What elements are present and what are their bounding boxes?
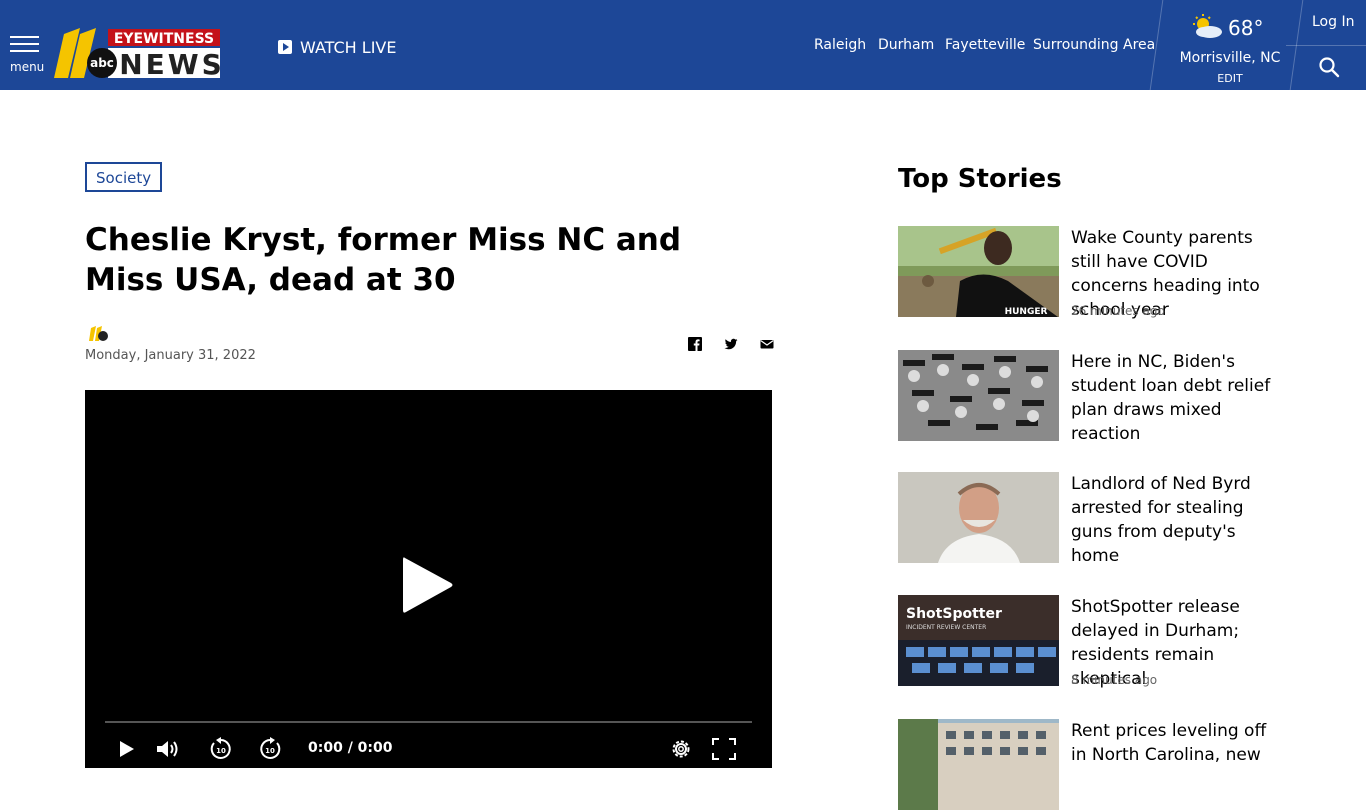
email-icon[interactable] (760, 337, 774, 351)
story-title[interactable]: Here in NC, Biden's student loan debt re… (1071, 350, 1286, 446)
menu-label: menu (10, 60, 45, 74)
svg-text:10: 10 (216, 747, 226, 755)
top-stories-title: Top Stories (898, 164, 1062, 194)
video-time: 0:00 / 0:00 (308, 740, 393, 756)
nav-surrounding-area[interactable]: Surrounding Area (1033, 37, 1155, 53)
story-time: 8 minutes ago (1071, 673, 1158, 687)
search-icon[interactable] (1318, 56, 1340, 78)
watch-live-link[interactable]: WATCH LIVE (278, 37, 396, 57)
svg-text:10: 10 (265, 747, 275, 755)
svg-text:HUNGER: HUNGER (1005, 307, 1048, 317)
story-thumbnail (898, 719, 1059, 810)
weather-temp: 68° (1228, 16, 1264, 40)
abc11-source-logo (89, 326, 108, 341)
fullscreen-icon[interactable] (711, 737, 737, 761)
nav-raleigh[interactable]: Raleigh (814, 37, 866, 53)
article-date: Monday, January 31, 2022 (85, 348, 256, 363)
login-link[interactable]: Log In (1312, 14, 1354, 30)
category-tag[interactable]: Society (85, 162, 163, 192)
rewind-10-icon[interactable]: 10 (208, 737, 234, 761)
weather-widget[interactable]: 68° Morrisville, NC EDIT (1149, 0, 1286, 90)
big-play-icon[interactable] (395, 550, 455, 620)
forward-10-icon[interactable]: 10 (257, 737, 283, 761)
story-thumbnail (898, 350, 1059, 441)
play-icon (278, 40, 292, 54)
volume-icon[interactable] (155, 737, 183, 761)
site-header: menu EYEWITNESS NEWS abc WATCH LIVE Rale… (0, 0, 1366, 90)
story-title[interactable]: Rent prices leveling off in North Caroli… (1071, 719, 1286, 767)
nav-durham[interactable]: Durham (878, 37, 934, 53)
article-headline: Cheslie Kryst, former Miss NC and Miss U… (85, 222, 682, 298)
menu-button[interactable]: menu (8, 33, 45, 74)
watch-live-label: WATCH LIVE (300, 37, 397, 57)
partly-sunny-icon (1193, 14, 1222, 38)
video-player[interactable]: 10 10 0:00 / 0:00 (85, 390, 772, 768)
play-icon[interactable] (117, 737, 137, 761)
story-title[interactable]: Landlord of Ned Byrd arrested for steali… (1071, 472, 1286, 568)
svg-text:ShotSpotter: ShotSpotter (906, 606, 1002, 622)
account-search-panel: Log In (1286, 0, 1366, 90)
weather-edit-link[interactable]: EDIT (1156, 72, 1304, 85)
logo-abc: abc (90, 56, 114, 70)
video-progress-bar[interactable] (105, 721, 752, 723)
abc11-logo[interactable]: EYEWITNESS NEWS abc (50, 26, 222, 82)
logo-news: NEWS (119, 48, 222, 81)
svg-text:INCIDENT REVIEW CENTER: INCIDENT REVIEW CENTER (906, 624, 986, 631)
nav-fayetteville[interactable]: Fayetteville (945, 37, 1025, 53)
story-thumbnail (898, 472, 1059, 563)
settings-gear-icon[interactable] (668, 737, 694, 761)
twitter-icon[interactable] (724, 337, 738, 351)
story-time: 26 minutes ago (1071, 304, 1165, 318)
logo-eyewitness: EYEWITNESS (114, 31, 214, 47)
facebook-icon[interactable] (688, 337, 702, 351)
story-thumbnail: ShotSpotter INCIDENT REVIEW CENTER (898, 595, 1059, 686)
weather-city: Morrisville, NC (1179, 50, 1281, 66)
story-thumbnail: HUNGER (898, 226, 1059, 317)
